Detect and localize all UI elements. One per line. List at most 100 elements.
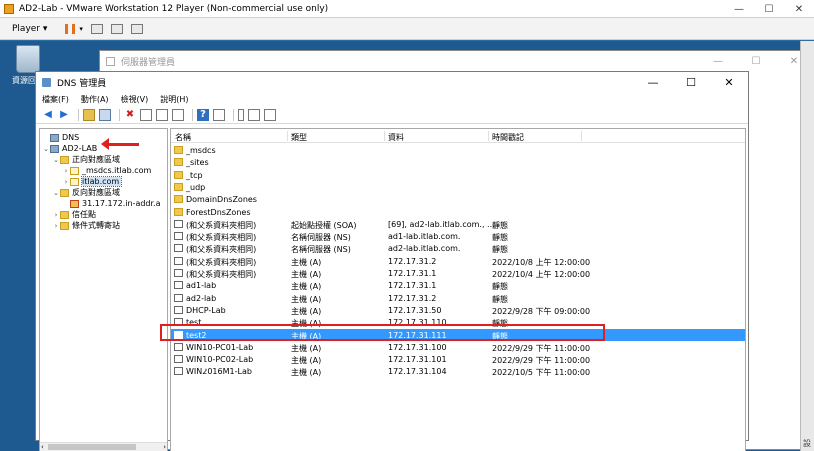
table-row[interactable]: WIN10-PC01-Lab 主機 (A) 172.17.31.100 2022/9/…: [171, 341, 745, 353]
red-arrow-annotation: [101, 138, 139, 150]
record-icon: [174, 244, 183, 253]
tree-label-trust: 信任點: [72, 210, 96, 219]
record-icon: [174, 232, 183, 241]
table-row[interactable]: ForestDnsZones: [171, 206, 745, 218]
red-highlight-box: [160, 324, 605, 341]
table-row[interactable]: WIN10-PC02-Lab 主機 (A) 172.17.31.101 2022/9/…: [171, 353, 745, 365]
vm-side-panel: 設: [800, 41, 814, 451]
refresh-icon[interactable]: [156, 108, 168, 121]
table-row[interactable]: _msdcs: [171, 144, 745, 156]
table-row[interactable]: (和父系資料夾相同) 名稱伺服器 (NS) ad1-lab.itlab.com. 靜態: [171, 230, 745, 242]
side-panel-label: 設: [803, 439, 811, 448]
tree-horizontal-scrollbar[interactable]: ‹ ›: [40, 442, 167, 451]
expand-icon[interactable]: ›: [52, 211, 60, 219]
tree-label-msdcs: _msdcs.itlab.com: [82, 166, 152, 175]
vmware-close-button[interactable]: ✕: [784, 0, 814, 18]
table-row[interactable]: ad2-lab 主機 (A) 172.17.31.2 靜態: [171, 292, 745, 304]
pause-icon[interactable]: [65, 23, 76, 34]
zone-error-icon: [70, 199, 79, 208]
zone-icon: [70, 177, 79, 186]
server-icon[interactable]: [238, 108, 244, 121]
expand-icon[interactable]: ›: [62, 167, 70, 175]
dns-manager-title: DNS 管理員: [57, 78, 107, 89]
collapse-icon[interactable]: ⌄: [52, 189, 60, 197]
table-row[interactable]: (和父系資料夾相同) 主機 (A) 172.17.31.1 2022/10/4 上午 …: [171, 267, 745, 279]
cell-name: WIN2016M1-Lab: [186, 367, 252, 377]
table-row[interactable]: WIN2016M1-Lab 主機 (A) 172.17.31.104 2022/10/…: [171, 365, 745, 377]
forward-icon[interactable]: ▶: [58, 109, 70, 121]
tree-item-trust-points[interactable]: › 信任點: [52, 209, 96, 220]
delete-icon[interactable]: ✖: [124, 109, 136, 121]
cell-data: 172.17.31.1: [388, 281, 437, 291]
scroll-thumb[interactable]: [48, 444, 136, 450]
table-row[interactable]: _sites: [171, 156, 745, 168]
table-row[interactable]: _udp: [171, 181, 745, 193]
expand-icon[interactable]: ›: [52, 222, 60, 230]
server-manager-minimize-button[interactable]: —: [699, 51, 737, 71]
cell-data: 172.17.31.104: [388, 367, 447, 377]
tree-item-conditional-forwarders[interactable]: › 條件式轉寄站: [52, 220, 120, 231]
vmware-maximize-button[interactable]: ☐: [754, 0, 784, 18]
table-row[interactable]: _tcp: [171, 169, 745, 181]
collapse-icon[interactable]: ⌄: [42, 145, 50, 153]
column-name[interactable]: 名稱: [175, 132, 191, 143]
dns-manager-window: DNS 管理員 — ☐ ✕ 檔案(F) 動作(A) 檢視(V) 說明(H) ◀ …: [35, 71, 749, 451]
tree-item-dns[interactable]: DNS: [42, 132, 79, 143]
console-icon[interactable]: [213, 108, 225, 121]
server-manager-titlebar: 伺服器管理員 — ☐ ✕: [100, 51, 813, 71]
record-list-icon[interactable]: [248, 108, 260, 121]
dns-icon: [50, 133, 59, 142]
table-row[interactable]: ad1-lab 主機 (A) 172.17.31.1 靜態: [171, 279, 745, 291]
cell-name: _tcp: [186, 170, 203, 180]
tree-item-reverse-zone[interactable]: 31.17.172.in-addr.a: [62, 198, 161, 209]
tree-item-server[interactable]: ⌄ AD2-LAB: [42, 143, 97, 154]
cell-timestamp: 2022/10/5 下午 11:00:00: [492, 368, 591, 378]
up-folder-icon[interactable]: [83, 108, 95, 121]
cell-data: [69], ad2-lab.itlab.com., ...: [388, 219, 495, 229]
toolbar-separator: [78, 108, 79, 121]
properties-icon[interactable]: [140, 108, 152, 121]
table-row[interactable]: (和父系資料夾相同) 主機 (A) 172.17.31.2 2022/10/8 上午 …: [171, 255, 745, 267]
table-row[interactable]: DomainDnsZones: [171, 193, 745, 205]
record-icon: [174, 355, 183, 364]
help-icon[interactable]: ?: [197, 108, 209, 121]
column-type[interactable]: 類型: [291, 132, 307, 143]
export-list-icon[interactable]: [172, 108, 184, 121]
column-data[interactable]: 資料: [388, 132, 404, 143]
folder-icon: [174, 195, 183, 204]
fullscreen-icon[interactable]: [110, 23, 123, 34]
column-timestamp[interactable]: 時間戳記: [492, 132, 524, 143]
menu-file[interactable]: 檔案(F): [42, 94, 69, 105]
menu-action[interactable]: 動作(A): [81, 94, 109, 105]
dns-manager-titlebar: DNS 管理員 — ☐ ✕: [36, 72, 748, 92]
menu-help[interactable]: 說明(H): [160, 94, 188, 105]
player-menu[interactable]: Player ▾: [12, 24, 47, 34]
vmware-minimize-button[interactable]: —: [724, 0, 754, 18]
dns-close-button[interactable]: ✕: [710, 72, 748, 92]
folder-icon: [174, 158, 183, 167]
record-detail-icon[interactable]: [264, 108, 276, 121]
scroll-right-icon[interactable]: ›: [163, 443, 166, 451]
table-row[interactable]: DHCP-Lab 主機 (A) 172.17.31.50 2022/9/28 下午 0…: [171, 304, 745, 316]
tree-item-msdcs[interactable]: › _msdcs.itlab.com: [62, 165, 152, 176]
send-ctrl-alt-del-icon[interactable]: [90, 23, 103, 34]
table-row[interactable]: (和父系資料夾相同) 起始點授權 (SOA) [69], ad2-lab.itlab…: [171, 218, 745, 230]
server-manager-maximize-button[interactable]: ☐: [737, 51, 775, 71]
tree-item-forward-zones[interactable]: ⌄ 正向對應區域: [52, 154, 120, 165]
scroll-left-icon[interactable]: ‹: [41, 443, 44, 451]
menu-view[interactable]: 檢視(V): [121, 94, 149, 105]
toolbar-separator: [233, 108, 234, 121]
server-icon: [50, 144, 59, 153]
tree-item-reverse-zones[interactable]: ⌄ 反向對應區域: [52, 187, 120, 198]
dns-minimize-button[interactable]: —: [634, 72, 672, 92]
table-row[interactable]: (和父系資料夾相同) 名稱伺服器 (NS) ad2-lab.itlab.com. 靜態: [171, 242, 745, 254]
dns-maximize-button[interactable]: ☐: [672, 72, 710, 92]
back-icon[interactable]: ◀: [42, 109, 54, 121]
collapse-icon[interactable]: ⌄: [52, 156, 60, 164]
cell-data: 172.17.31.50: [388, 305, 442, 315]
expand-icon[interactable]: ›: [62, 178, 70, 186]
show-tree-icon[interactable]: [99, 108, 111, 121]
pause-dropdown-icon[interactable]: ▾: [79, 25, 83, 33]
unity-icon[interactable]: [130, 23, 143, 34]
tree-item-itlab[interactable]: › itlab.com: [62, 176, 123, 187]
